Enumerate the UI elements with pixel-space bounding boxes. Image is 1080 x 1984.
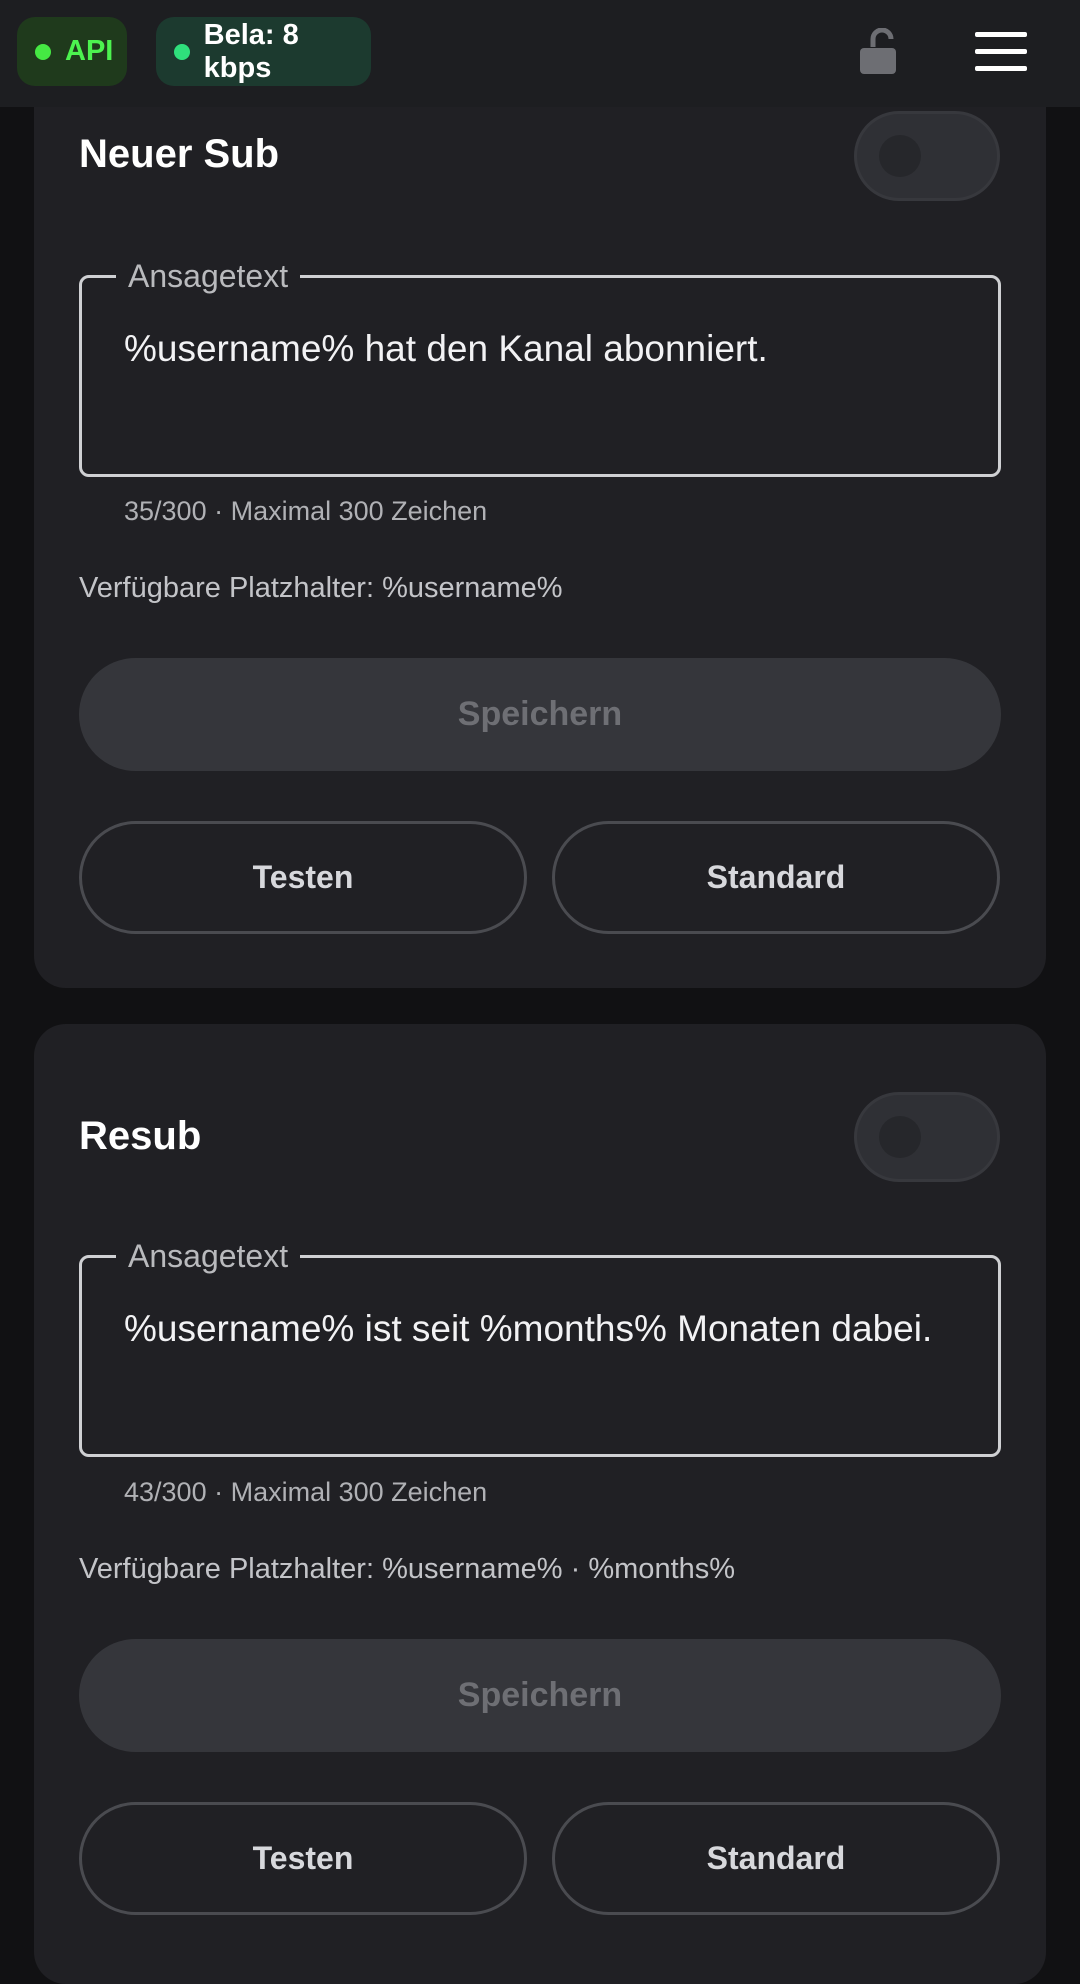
- card-title: Resub: [79, 1114, 202, 1158]
- field-value[interactable]: %username% hat den Kanal abonniert.: [124, 320, 958, 378]
- save-button[interactable]: Speichern: [79, 658, 1001, 771]
- announcement-text-field[interactable]: Ansagetext %username% hat den Kanal abon…: [79, 256, 1001, 477]
- announcement-card-resub: Resub Ansagetext %username% ist seit %mo…: [34, 1024, 1046, 1984]
- card-title: Neuer Sub: [79, 132, 280, 176]
- bela-status-badge[interactable]: Bela: 8 kbps: [156, 17, 371, 86]
- status-dot-icon: [174, 43, 190, 60]
- available-placeholders: Verfügbare Platzhalter: %username% · %mo…: [79, 1553, 736, 1585]
- api-status-badge[interactable]: API: [17, 17, 127, 86]
- enable-toggle[interactable]: [854, 111, 1000, 201]
- status-dot-icon: [35, 43, 51, 60]
- default-button[interactable]: Standard: [552, 821, 1000, 934]
- field-label: Ansagetext: [116, 1236, 301, 1276]
- bela-status-label: Bela: 8 kbps: [203, 18, 299, 84]
- character-count: 35/300 · Maximal 300 Zeichen: [124, 496, 488, 526]
- field-value[interactable]: %username% ist seit %months% Monaten dab…: [124, 1300, 958, 1358]
- character-count: 43/300 · Maximal 300 Zeichen: [124, 1477, 488, 1507]
- toggle-knob: [879, 135, 921, 177]
- top-bar: API Bela: 8 kbps: [0, 0, 1080, 107]
- test-button[interactable]: Testen: [79, 821, 527, 934]
- announcement-card-new-sub: Neuer Sub Ansagetext %username% hat den …: [34, 60, 1046, 988]
- toggle-knob: [879, 1116, 921, 1158]
- api-status-label: API: [65, 35, 114, 67]
- announcement-text-field[interactable]: Ansagetext %username% ist seit %months% …: [79, 1236, 1001, 1457]
- test-button[interactable]: Testen: [79, 1802, 527, 1915]
- available-placeholders: Verfügbare Platzhalter: %username%: [79, 572, 563, 604]
- save-button[interactable]: Speichern: [79, 1639, 1001, 1752]
- hamburger-menu-icon[interactable]: [975, 32, 1027, 72]
- unlocked-lock-icon[interactable]: [858, 28, 898, 76]
- enable-toggle[interactable]: [854, 1092, 1000, 1182]
- default-button[interactable]: Standard: [552, 1802, 1000, 1915]
- field-label: Ansagetext: [116, 256, 301, 296]
